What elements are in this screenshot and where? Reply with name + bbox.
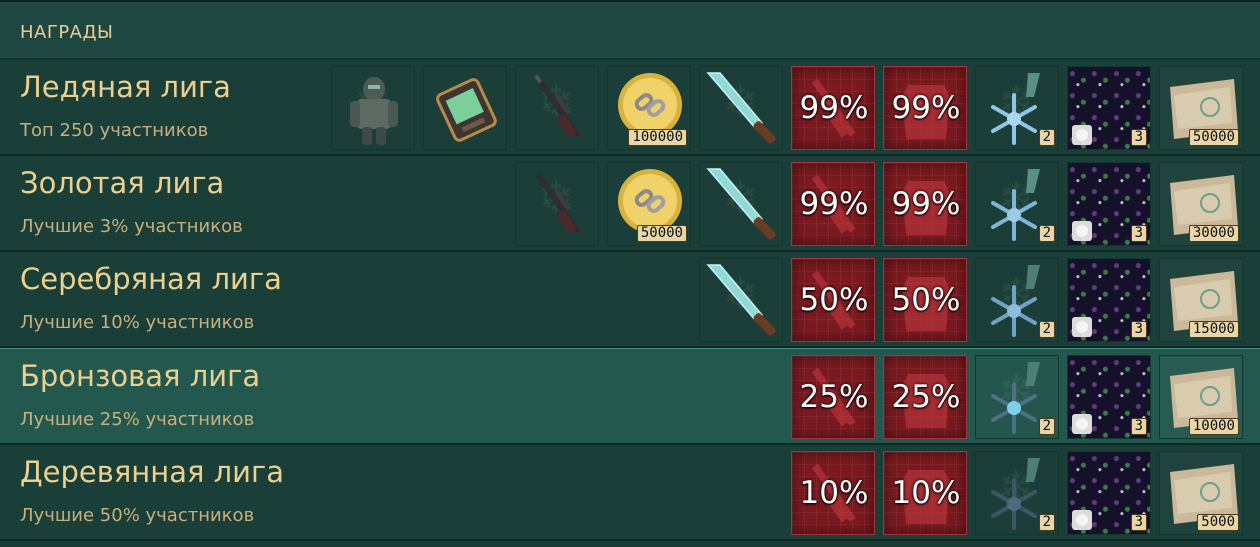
reward-armor-boost[interactable]: 10%: [883, 451, 967, 535]
reward-device[interactable]: [423, 66, 507, 150]
reward-coins[interactable]: 100000: [607, 66, 691, 150]
ice-knife-icon: [706, 264, 776, 336]
armor-suit-icon: [350, 77, 398, 145]
league-subtitle: Лучшие 25% участников: [20, 409, 255, 430]
reward-map[interactable]: 30000: [1159, 162, 1243, 246]
ice-knife-icon: [706, 72, 776, 144]
coin-amount: 50000: [636, 225, 687, 242]
league-subtitle: Лучшие 10% участников: [20, 312, 255, 333]
wallpaper-count: 3: [1130, 129, 1147, 146]
rewards-header: НАГРАДЫ: [0, 2, 1260, 60]
reward-weapon-boost[interactable]: 99%: [791, 162, 875, 246]
wallpaper-count: 3: [1130, 321, 1147, 338]
league-row-ice[interactable]: Ледяная лига Топ 250 участников ❄ ❄ ❄ ❄ …: [0, 60, 1260, 156]
reward-weapon-boost[interactable]: 50%: [791, 258, 875, 342]
boost-percent: 25%: [891, 379, 961, 415]
snowflake-count: 2: [1038, 321, 1055, 338]
page-title: НАГРАДЫ: [20, 22, 114, 43]
reward-coins[interactable]: 50000: [607, 162, 691, 246]
boost-percent: 10%: [891, 475, 961, 511]
league-name: Золотая лига: [20, 166, 225, 200]
reward-rifle[interactable]: [515, 162, 599, 246]
wallpaper-icon: [1072, 510, 1092, 530]
reward-armor-boost[interactable]: 50%: [883, 258, 967, 342]
reward-snowflake[interactable]: 2: [975, 66, 1059, 150]
snowflake-count: 2: [1038, 514, 1055, 531]
reward-knife[interactable]: [699, 258, 783, 342]
reward-wallpaper[interactable]: 3: [1067, 258, 1151, 342]
map-amount: 15000: [1188, 321, 1239, 338]
reward-snowflake[interactable]: 2: [975, 451, 1059, 535]
reward-armor-boost[interactable]: 99%: [883, 66, 967, 150]
reward-armor-boost[interactable]: 25%: [883, 355, 967, 439]
league-subtitle: Топ 250 участников: [20, 120, 209, 141]
reward-map[interactable]: 50000: [1159, 66, 1243, 150]
league-name: Серебряная лига: [20, 262, 282, 296]
boost-percent: 99%: [891, 186, 961, 222]
reward-snowflake[interactable]: 2: [975, 162, 1059, 246]
league-row-gold[interactable]: Золотая лига Лучшие 3% участников 50000: [0, 156, 1260, 252]
wallpaper-icon: [1072, 221, 1092, 241]
league-name: Деревянная лига: [20, 455, 285, 489]
league-subtitle: Лучшие 3% участников: [20, 216, 243, 237]
reward-armor-boost[interactable]: 99%: [883, 162, 967, 246]
reward-knife[interactable]: [699, 66, 783, 150]
boost-percent: 25%: [799, 379, 869, 415]
league-subtitle: Лучшие 50% участников: [20, 505, 255, 526]
reward-weapon-boost[interactable]: 25%: [791, 355, 875, 439]
reward-wallpaper[interactable]: 3: [1067, 66, 1151, 150]
reward-armor[interactable]: [331, 66, 415, 150]
boost-percent: 99%: [891, 90, 961, 126]
wallpaper-count: 3: [1130, 514, 1147, 531]
boost-percent: 50%: [799, 282, 869, 318]
league-name: Ледяная лига: [20, 70, 231, 104]
reward-wallpaper[interactable]: 3: [1067, 451, 1151, 535]
coin-amount: 100000: [628, 129, 687, 146]
boost-percent: 99%: [799, 186, 869, 222]
reward-map[interactable]: 15000: [1159, 258, 1243, 342]
wallpaper-count: 3: [1130, 418, 1147, 435]
sniper-rifle-icon: [534, 74, 581, 139]
league-row-silver[interactable]: Серебряная лига Лучшие 10% участников 50…: [0, 252, 1260, 348]
reward-snowflake[interactable]: 2: [975, 355, 1059, 439]
snowflake-count: 2: [1038, 418, 1055, 435]
reward-snowflake[interactable]: 2: [975, 258, 1059, 342]
wallpaper-icon: [1072, 317, 1092, 337]
map-amount: 30000: [1188, 225, 1239, 242]
reward-map[interactable]: 10000: [1159, 355, 1243, 439]
league-row-wood[interactable]: Деревянная лига Лучшие 50% участников 10…: [0, 445, 1260, 541]
boost-percent: 50%: [891, 282, 961, 318]
league-name: Бронзовая лига: [20, 359, 261, 393]
boost-percent: 10%: [799, 475, 869, 511]
sniper-rifle-icon: [535, 173, 581, 235]
ice-knife-icon: [706, 168, 776, 240]
reward-weapon-boost[interactable]: 10%: [791, 451, 875, 535]
reward-wallpaper[interactable]: 3: [1067, 162, 1151, 246]
snowflake-count: 2: [1038, 225, 1055, 242]
snowflake-count: 2: [1038, 129, 1055, 146]
reward-rifle[interactable]: [515, 66, 599, 150]
reward-map[interactable]: 5000: [1159, 451, 1243, 535]
reward-knife[interactable]: [699, 162, 783, 246]
reward-weapon-boost[interactable]: 99%: [791, 66, 875, 150]
wallpaper-count: 3: [1130, 225, 1147, 242]
tablet-device-icon: [436, 78, 497, 142]
map-amount: 50000: [1188, 129, 1239, 146]
boost-percent: 99%: [799, 90, 869, 126]
map-amount: 5000: [1197, 514, 1239, 531]
wallpaper-icon: [1072, 125, 1092, 145]
reward-wallpaper[interactable]: 3: [1067, 355, 1151, 439]
wallpaper-icon: [1072, 414, 1092, 434]
league-row-bronze[interactable]: Бронзовая лига Лучшие 25% участников 25%…: [0, 348, 1260, 445]
map-amount: 10000: [1188, 418, 1239, 435]
